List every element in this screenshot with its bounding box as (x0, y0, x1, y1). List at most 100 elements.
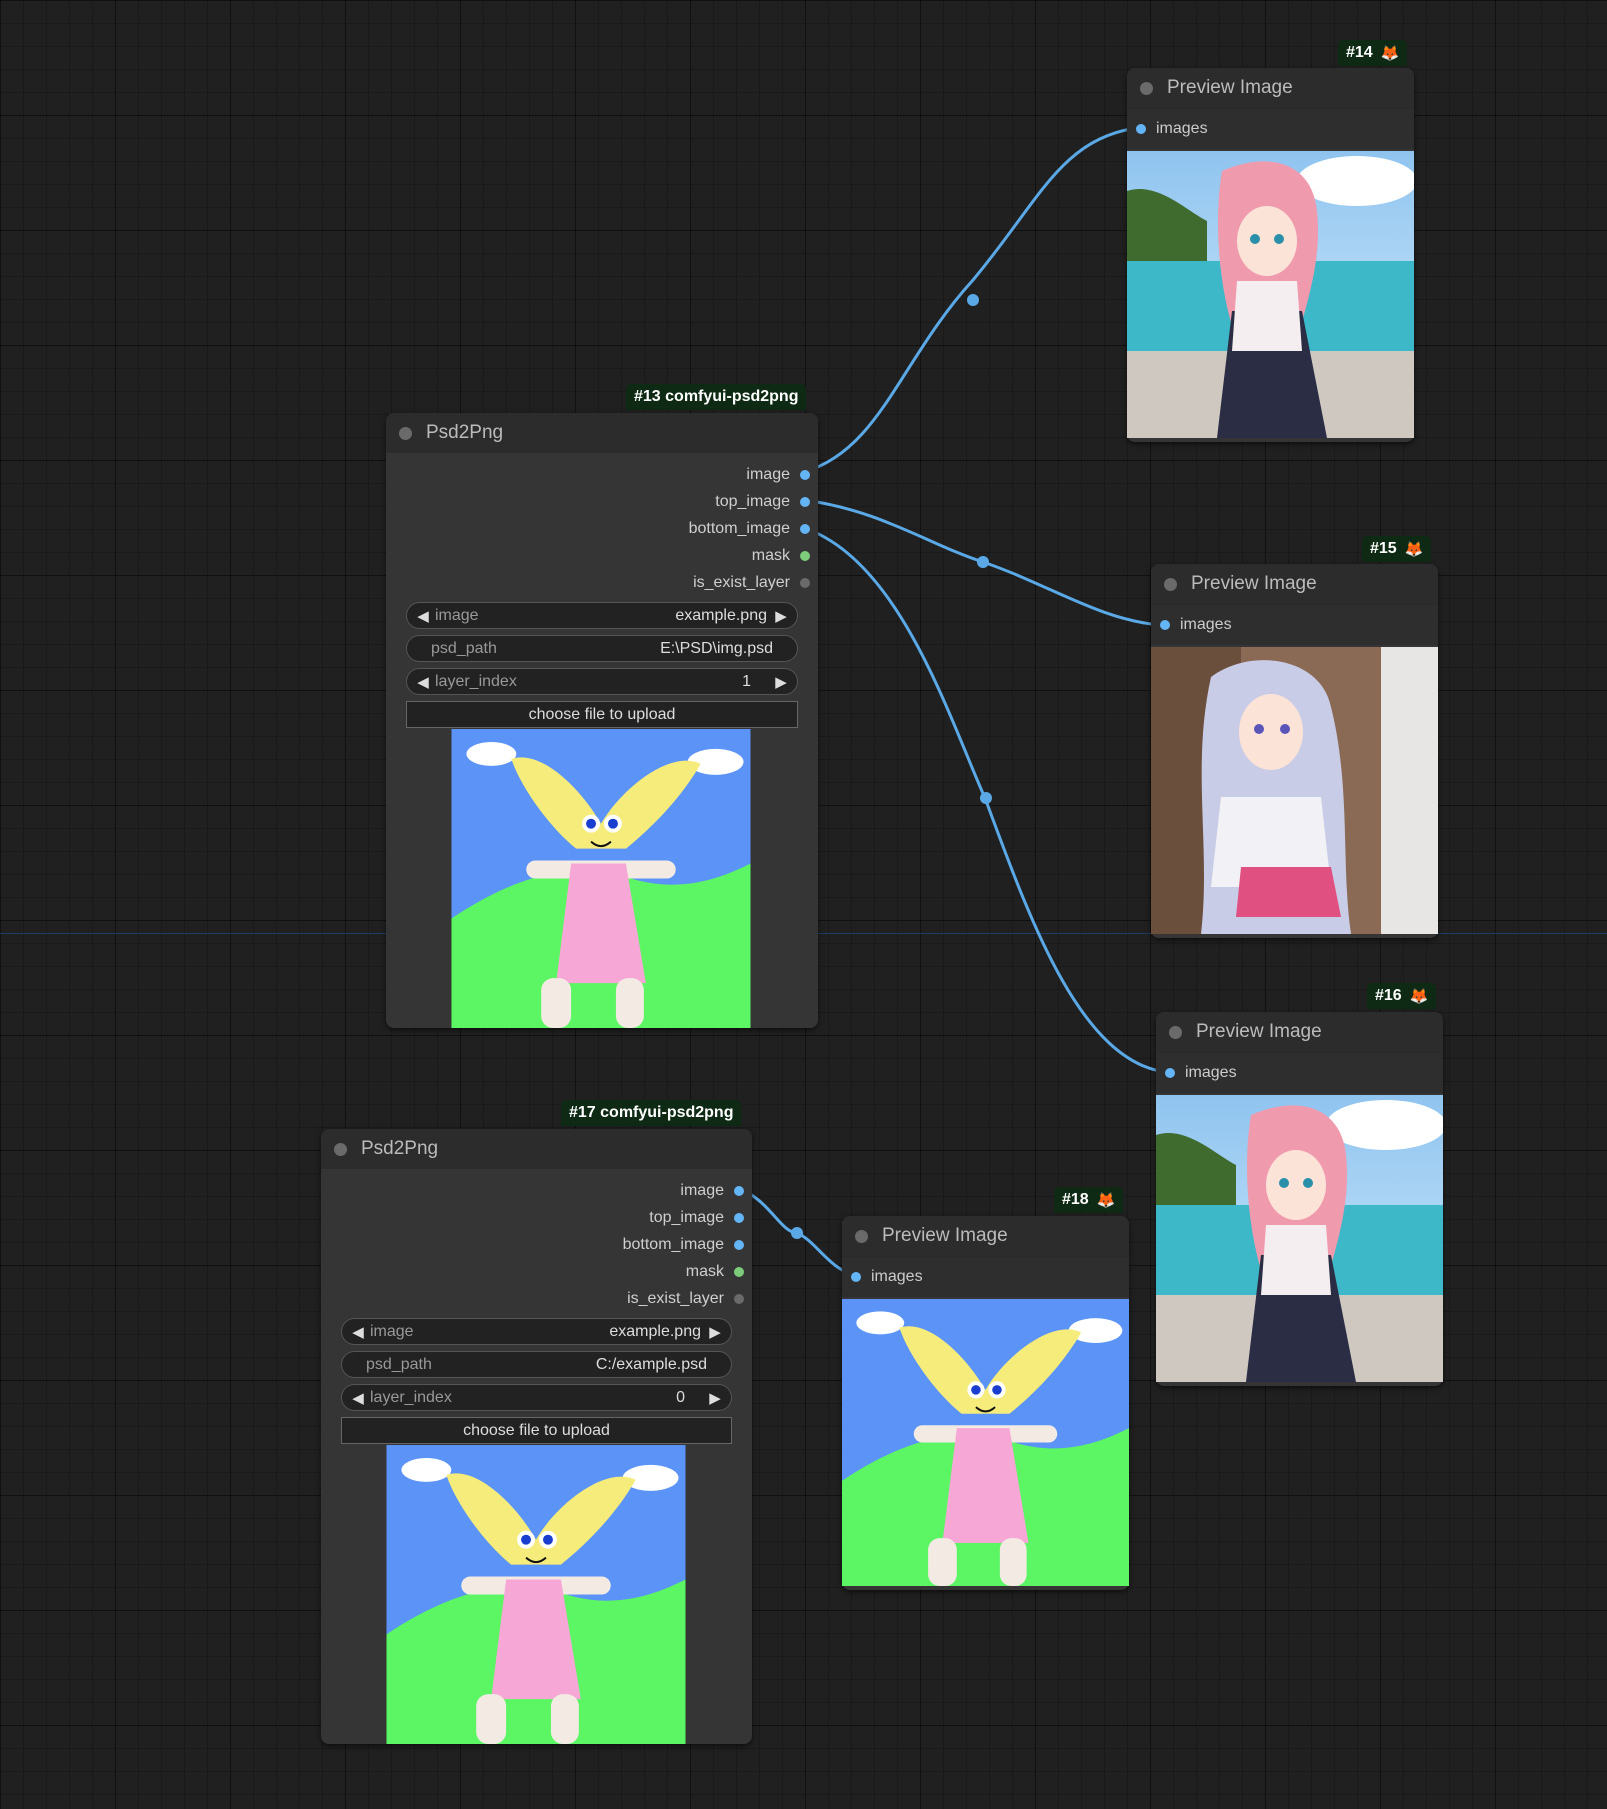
psd2png-node-17[interactable]: Psd2Png image top_image bottom_image mas… (321, 1129, 752, 1744)
psd2png-node-13[interactable]: Psd2Png image top_image bottom_image mas… (386, 413, 818, 1028)
preview-image-node-14[interactable]: Preview Image images (1127, 68, 1414, 442)
arrow-right-icon[interactable]: ▶ (707, 1389, 723, 1407)
output-slot-icon[interactable] (734, 1185, 744, 1196)
node-13-outputs: image top_image bottom_image mask is_exi… (386, 453, 818, 596)
widget-label: image (370, 1322, 414, 1340)
layer-index-widget[interactable]: ◀ layer_index 1 ▶ (406, 668, 798, 695)
fox-icon: 🦊 (1380, 45, 1400, 62)
output-image[interactable]: image (386, 461, 818, 488)
anime-girl-preview-image (1151, 647, 1438, 934)
wire-13-top-to-15-midpoint[interactable] (977, 556, 989, 568)
collapse-dot-icon[interactable] (399, 426, 412, 440)
output-slot-icon[interactable] (800, 523, 810, 534)
input-slot-icon[interactable] (1136, 124, 1146, 134)
wire-13-bottom-to-16-midpoint[interactable] (980, 792, 992, 804)
fox-icon: 🦊 (1096, 1192, 1116, 1209)
collapse-dot-icon[interactable] (1164, 577, 1177, 591)
wire-13-image-to-14-midpoint[interactable] (967, 294, 979, 306)
input-images[interactable]: images (842, 1256, 1129, 1297)
output-label: is_exist_layer (627, 1289, 724, 1307)
arrow-right-icon[interactable]: ▶ (707, 1323, 723, 1341)
output-image[interactable]: image (321, 1177, 752, 1204)
output-label: top_image (715, 492, 790, 510)
node-17-badge-text: #17 comfyui-psd2png (569, 1104, 734, 1121)
layer-index-widget[interactable]: ◀ layer_index 0 ▶ (341, 1384, 732, 1411)
preview-image-node-15[interactable]: Preview Image images (1151, 564, 1438, 938)
output-is-exist-layer[interactable]: is_exist_layer (386, 569, 818, 596)
output-mask[interactable]: mask (321, 1258, 752, 1285)
widget-value: example.png (609, 1322, 701, 1340)
output-slot-icon[interactable] (800, 496, 810, 507)
output-label: is_exist_layer (693, 573, 790, 591)
node-16-badge-text: #16 (1375, 987, 1402, 1004)
output-top-image[interactable]: top_image (386, 488, 818, 515)
widget-value: 1 (742, 672, 751, 690)
preview-image-node-16[interactable]: Preview Image images (1156, 1012, 1443, 1386)
preview-image-node-18[interactable]: Preview Image images (842, 1216, 1129, 1590)
input-images[interactable]: images (1151, 604, 1438, 645)
output-label: bottom_image (688, 519, 790, 537)
node-15-header[interactable]: Preview Image (1151, 564, 1438, 604)
node-16-badge: #16 🦊 (1367, 983, 1437, 1009)
choose-file-button[interactable]: choose file to upload (341, 1417, 732, 1444)
output-slot-icon[interactable] (734, 1266, 744, 1277)
arrow-left-icon[interactable]: ◀ (415, 673, 431, 691)
input-label: images (1185, 1064, 1237, 1081)
input-slot-icon[interactable] (1160, 620, 1170, 630)
node-16-header[interactable]: Preview Image (1156, 1012, 1443, 1052)
output-slot-icon[interactable] (734, 1293, 744, 1304)
image-combo-widget[interactable]: ◀ image example.png ▶ (341, 1318, 732, 1345)
widget-label: layer_index (370, 1388, 452, 1406)
node-14-badge-text: #14 (1346, 44, 1373, 61)
node-18-badge-text: #18 (1062, 1191, 1089, 1208)
output-slot-icon[interactable] (800, 577, 810, 588)
input-label: images (1180, 616, 1232, 633)
widget-label: psd_path (431, 639, 497, 657)
input-slot-icon[interactable] (1165, 1068, 1175, 1078)
upload-label: choose file to upload (528, 705, 676, 723)
output-top-image[interactable]: top_image (321, 1204, 752, 1231)
upload-label: choose file to upload (463, 1421, 610, 1439)
node-14-header[interactable]: Preview Image (1127, 68, 1414, 108)
widget-label: psd_path (366, 1355, 432, 1373)
psd-path-widget[interactable]: psd_path C:/example.psd (341, 1351, 732, 1378)
node-18-header[interactable]: Preview Image (842, 1216, 1129, 1256)
choose-file-button[interactable]: choose file to upload (406, 701, 798, 728)
input-label: images (1156, 120, 1208, 137)
input-slot-icon[interactable] (851, 1272, 861, 1282)
collapse-dot-icon[interactable] (1169, 1025, 1182, 1039)
collapse-dot-icon[interactable] (855, 1229, 868, 1243)
arrow-left-icon[interactable]: ◀ (350, 1389, 366, 1407)
wire-17-image-to-18-midpoint[interactable] (791, 1227, 803, 1239)
node-13-header[interactable]: Psd2Png (386, 413, 818, 453)
output-label: image (680, 1181, 724, 1199)
input-images[interactable]: images (1156, 1052, 1443, 1093)
node-17-title: Psd2Png (361, 1138, 439, 1159)
output-slot-icon[interactable] (800, 550, 810, 561)
output-bottom-image[interactable]: bottom_image (321, 1231, 752, 1258)
arrow-left-icon[interactable]: ◀ (415, 607, 431, 625)
widget-value: example.png (675, 606, 767, 624)
widget-value: E:\PSD\img.psd (660, 639, 773, 657)
arrow-left-icon[interactable]: ◀ (350, 1323, 366, 1341)
collapse-dot-icon[interactable] (1140, 81, 1153, 95)
output-mask[interactable]: mask (386, 542, 818, 569)
arrow-right-icon[interactable]: ▶ (773, 673, 789, 691)
output-label: bottom_image (622, 1235, 724, 1253)
arrow-right-icon[interactable]: ▶ (773, 607, 789, 625)
image-combo-widget[interactable]: ◀ image example.png ▶ (406, 602, 798, 629)
drawing-preview-image (842, 1299, 1129, 1586)
collapse-dot-icon[interactable] (334, 1142, 347, 1156)
input-images[interactable]: images (1127, 108, 1414, 149)
node-17-header[interactable]: Psd2Png (321, 1129, 752, 1169)
psd-path-widget[interactable]: psd_path E:\PSD\img.psd (406, 635, 798, 662)
output-slot-icon[interactable] (800, 469, 810, 480)
node-14-title: Preview Image (1167, 77, 1293, 98)
drawing-preview-image (386, 1445, 686, 1744)
output-slot-icon[interactable] (734, 1239, 744, 1250)
output-slot-icon[interactable] (734, 1212, 744, 1223)
output-bottom-image[interactable]: bottom_image (386, 515, 818, 542)
output-is-exist-layer[interactable]: is_exist_layer (321, 1285, 752, 1312)
node-15-title: Preview Image (1191, 573, 1317, 594)
node-13-badge: #13 comfyui-psd2png (626, 384, 807, 410)
